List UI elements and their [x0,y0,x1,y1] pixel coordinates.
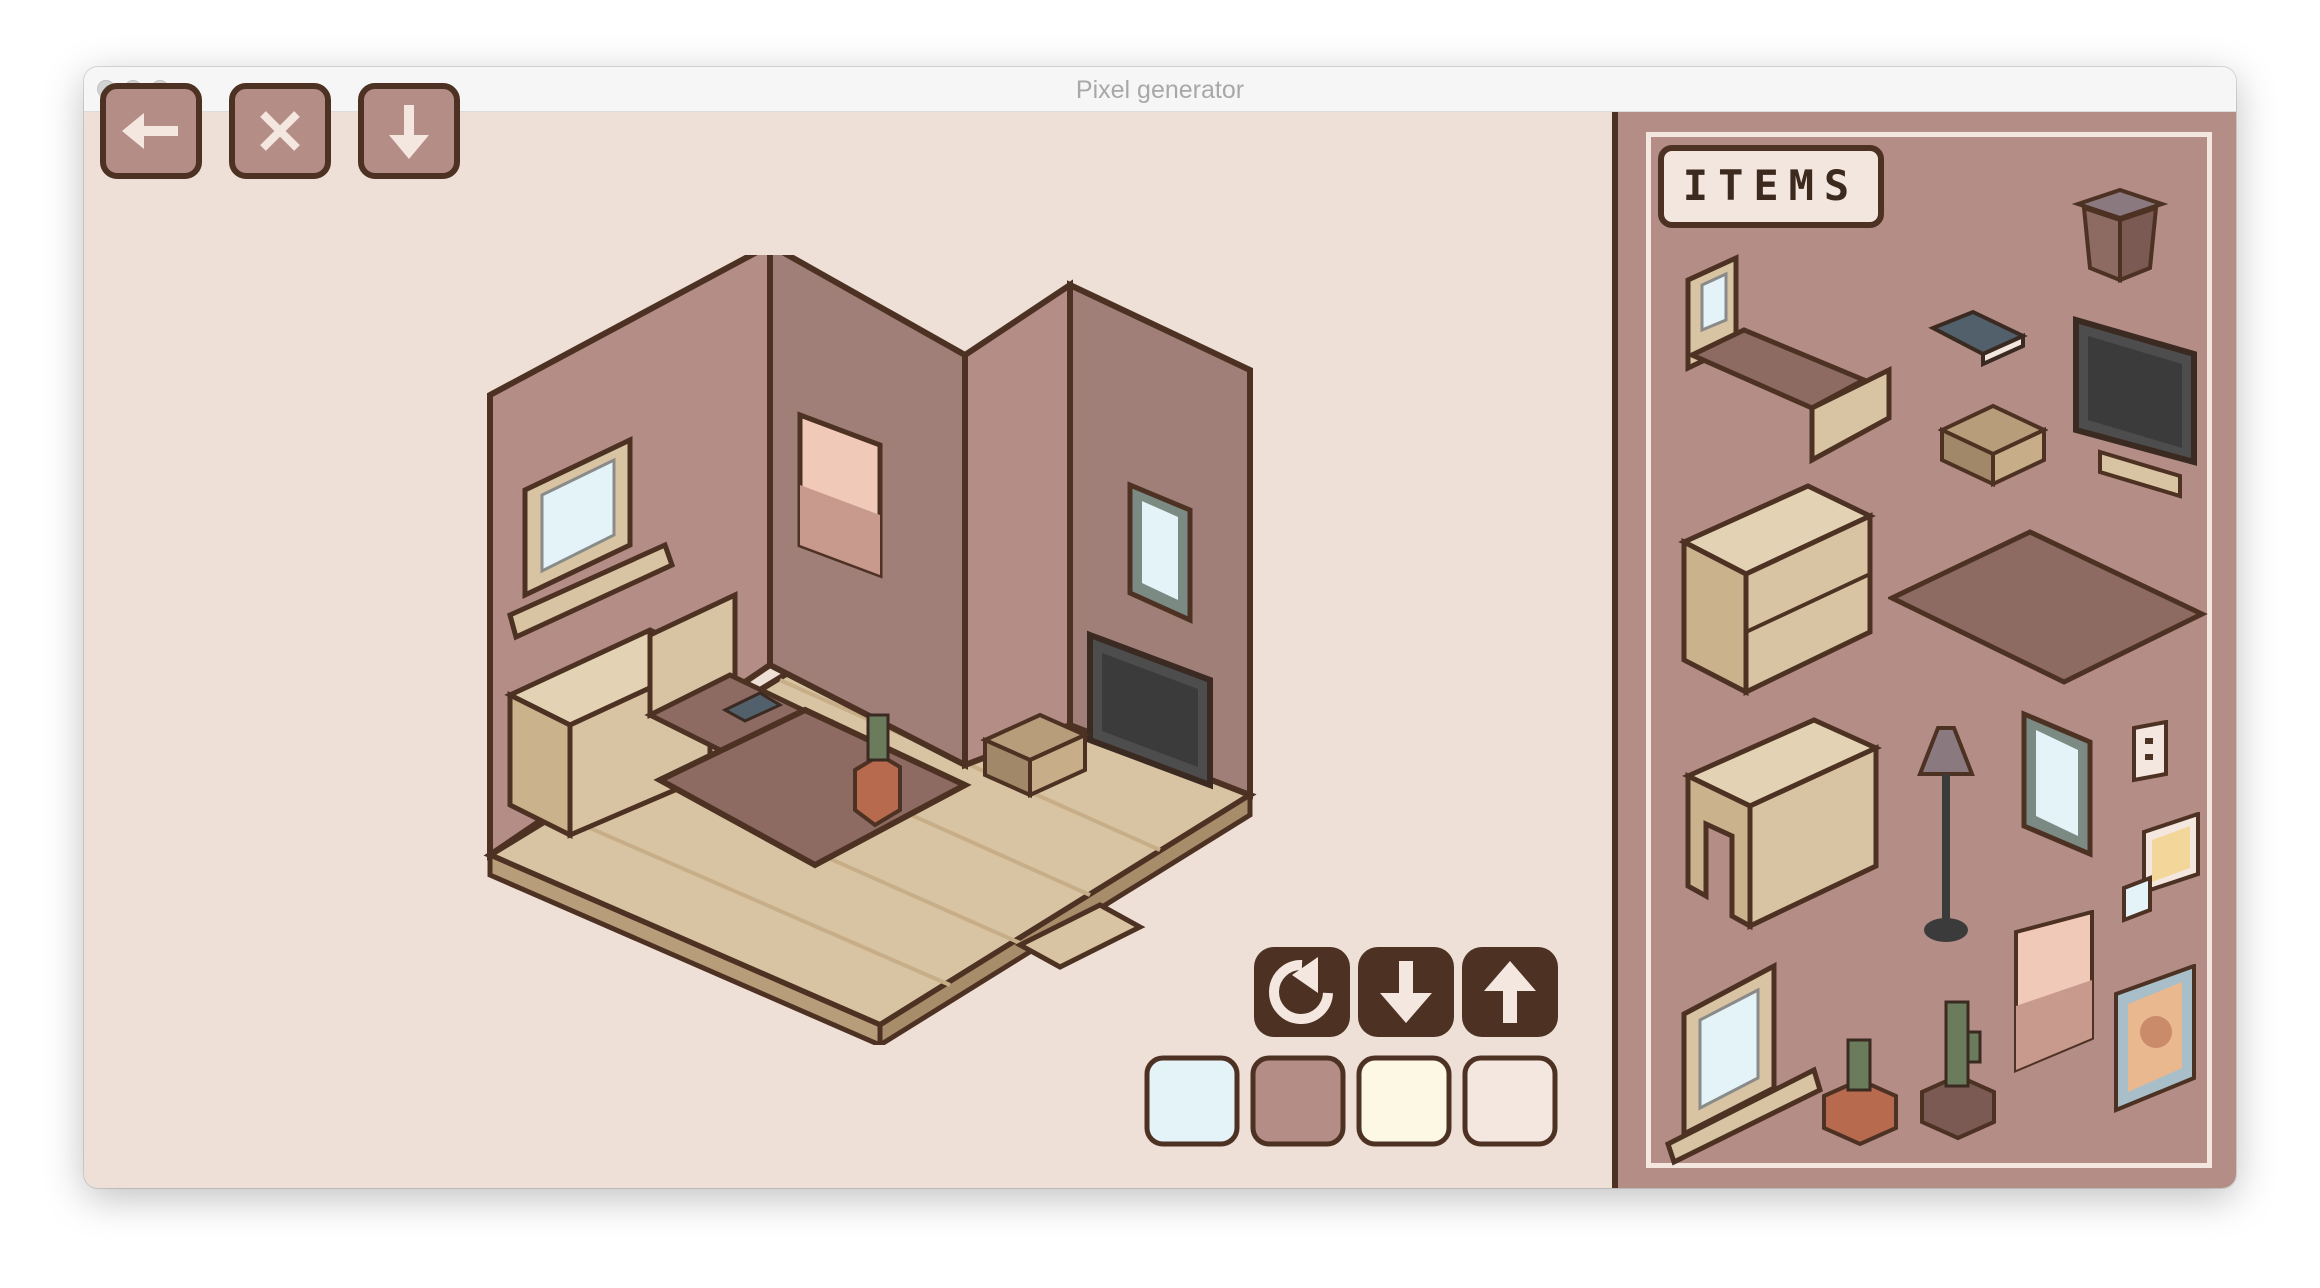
desk-item[interactable] [1682,716,1882,936]
room-scene[interactable] [480,255,1270,1045]
basket-item[interactable] [1938,400,2048,490]
book-item[interactable] [1928,308,2028,368]
dresser-icon [1678,483,1876,697]
floor-lamp-icon [1917,726,1975,942]
trash-bin-item[interactable] [2070,182,2170,287]
tv-item[interactable] [2070,312,2200,502]
small-cactus-item[interactable] [1818,1032,1902,1146]
basket-icon [1938,403,2048,488]
book-icon [1928,309,2028,368]
rotate-button[interactable] [1252,945,1352,1039]
wall-outlet-icon [2132,720,2168,783]
color-swatch-rose[interactable] [1250,1055,1346,1147]
color-swatch-blush[interactable] [1462,1055,1558,1147]
rug-item[interactable] [1888,528,2208,688]
trash-bin-icon [2071,187,2169,283]
gradient-poster-icon [2014,910,2094,1074]
window-item[interactable] [1664,958,1824,1168]
tall-cactus-item[interactable] [1918,996,1998,1142]
bed-item[interactable] [1684,250,1894,470]
photos-item[interactable] [2120,812,2204,924]
gradient-poster-item[interactable] [2010,910,2098,1074]
items-label: ITEMS [1658,145,1884,228]
portrait-icon [2114,964,2196,1113]
dresser-item[interactable] [1678,482,1878,702]
photos-icon [2122,812,2200,923]
download-button[interactable] [358,83,460,179]
window-icon [1664,961,1824,1166]
move-up-button[interactable] [1460,945,1560,1039]
tall-cactus-icon [1920,1000,1996,1141]
undo-button[interactable] [100,83,202,179]
move-down-button[interactable] [1356,945,1456,1039]
color-swatch-sky[interactable] [1144,1055,1240,1147]
rug-icon [1888,529,2208,685]
tv-icon [2073,316,2197,499]
desk-icon [1682,717,1882,931]
clear-button[interactable] [229,83,331,179]
small-cactus-icon [1822,1038,1898,1146]
wall-outlet-item[interactable] [2130,720,2170,784]
color-swatch-cream[interactable] [1356,1055,1452,1147]
floor-lamp-item[interactable] [1906,722,1986,952]
portrait-item[interactable] [2110,964,2200,1114]
bed-icon [1685,254,1892,465]
mirror-item[interactable] [2018,708,2098,858]
mirror-icon [2021,710,2093,858]
